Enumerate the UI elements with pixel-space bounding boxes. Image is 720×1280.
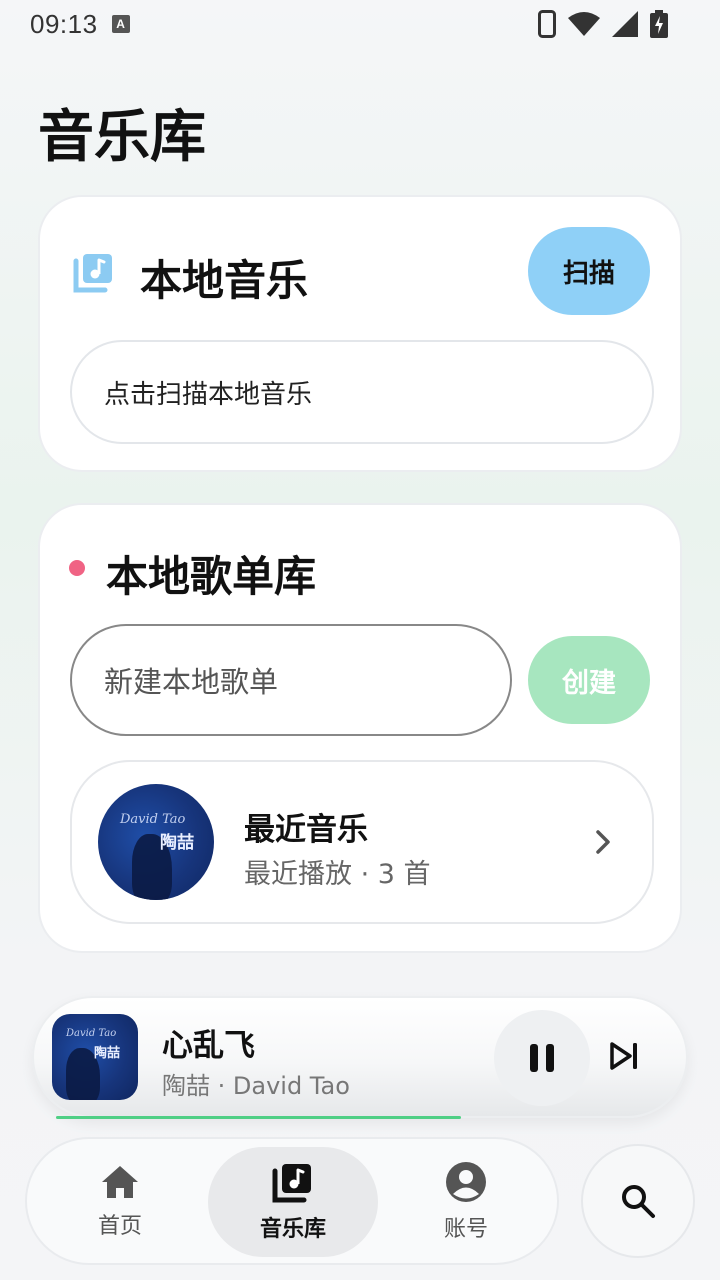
now-playing-artist: 陶喆 · David Tao [162,1072,350,1100]
playlist-item-recent[interactable]: David Tao 陶喆 最近音乐 最近播放 · 3 首 [70,760,654,924]
new-playlist-input[interactable]: 新建本地歌单 [70,624,512,736]
accent-dot [69,560,85,576]
nav-account-label: 账号 [443,1217,488,1242]
skip-next-icon[interactable] [610,1042,640,1070]
search-icon [622,1185,655,1218]
signal-icon [612,11,638,37]
scan-hint[interactable]: 点击扫描本地音乐 [70,340,654,444]
chevron-right-icon [596,830,610,854]
status-bar: 09:13 A [0,0,720,48]
music-library-icon [272,1164,311,1203]
playback-progress-fill [56,1116,461,1119]
music-library-icon [73,254,112,293]
local-music-title: 本地音乐 [140,256,309,305]
nav-library-label: 音乐库 [259,1217,326,1242]
local-music-card: 本地音乐 扫描 点击扫描本地音乐 [38,195,682,472]
home-icon [102,1166,138,1198]
pause-icon [530,1044,554,1072]
ime-badge: A [111,15,130,33]
pause-button[interactable] [494,1010,590,1106]
status-time: 09:13 [30,8,98,39]
playback-progress [56,1116,660,1119]
nav-account[interactable]: 账号 [381,1147,551,1257]
wifi-icon [568,12,600,36]
playlist-title: 最近音乐 [244,812,368,848]
status-icons [538,10,668,38]
phone-icon [538,10,556,38]
playlist-cover: David Tao 陶喆 [98,784,214,900]
bottom-nav: 首页 音乐库 账号 [25,1137,559,1265]
cover-artist-text: David Tao [66,1028,117,1039]
nav-library[interactable]: 音乐库 [208,1147,378,1257]
scan-button[interactable]: 扫描 [528,227,650,315]
local-playlists-card: 本地歌单库 新建本地歌单 创建 David Tao 陶喆 最近音乐 最近播放 ·… [38,503,682,953]
battery-charging-icon [650,10,668,38]
cover-artist-text: David Tao [120,812,186,827]
playlist-subtitle: 最近播放 · 3 首 [244,859,431,890]
now-playing-cover: David Tao 陶喆 [52,1014,138,1100]
search-button[interactable] [581,1144,695,1258]
create-playlist-button[interactable]: 创建 [528,636,650,724]
local-playlists-title: 本地歌单库 [106,552,317,601]
now-playing-title: 心乱飞 [162,1028,255,1064]
page-title: 音乐库 [38,105,206,170]
mini-player[interactable]: David Tao 陶喆 心乱飞 陶喆 · David Tao [32,996,688,1118]
nav-home-label: 首页 [97,1214,142,1239]
nav-home[interactable]: 首页 [35,1147,205,1257]
cover-artist-cjk: 陶喆 [94,1046,121,1061]
account-icon [446,1162,486,1202]
cover-artist-cjk: 陶喆 [160,833,194,853]
